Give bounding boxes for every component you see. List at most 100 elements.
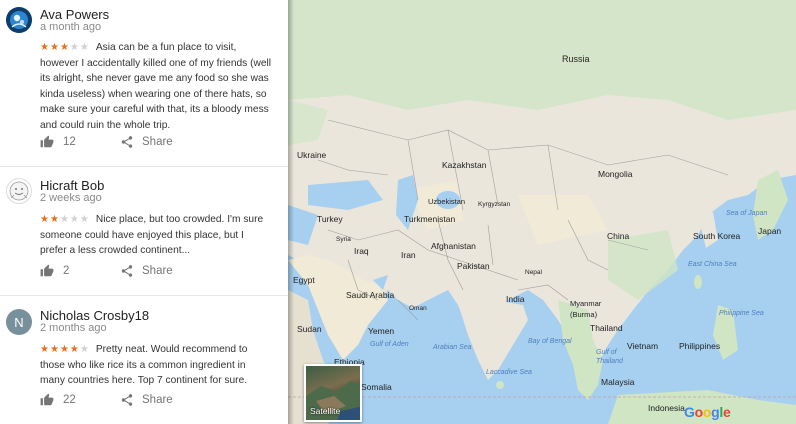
avatar[interactable] bbox=[6, 178, 32, 204]
share-label: Share bbox=[142, 394, 173, 406]
star-icon: ★ bbox=[40, 42, 50, 53]
review-text-block: ★★★★★ Nice place, but too crowded. I'm s… bbox=[40, 212, 272, 259]
map-label-philippine-sea: Philippine Sea bbox=[719, 310, 764, 317]
map-label-laccadive-sea: Laccadive Sea bbox=[486, 369, 532, 376]
thumbs-up-icon bbox=[40, 264, 54, 277]
map-label-nepal: Nepal bbox=[525, 269, 542, 276]
star-icon: ★ bbox=[79, 214, 90, 225]
map-label-kyrgyzstan: Kyrgyzstan bbox=[478, 201, 511, 208]
satellite-label: Satellite bbox=[310, 406, 341, 416]
share-icon bbox=[121, 394, 133, 406]
map-label-iran: Iran bbox=[401, 250, 416, 260]
like-count: 12 bbox=[63, 136, 76, 148]
star-icon: ★ bbox=[69, 42, 80, 53]
review-author[interactable]: Nicholas Crosby18 bbox=[40, 308, 149, 323]
review-actions: 12 Share bbox=[40, 135, 280, 155]
avatar-letter: N bbox=[14, 314, 24, 330]
land-sri-lanka bbox=[496, 381, 504, 389]
star-icon: ★ bbox=[49, 344, 60, 355]
map-label-myanmar: Myanmar (Burma) bbox=[570, 299, 602, 319]
map-label-kazakhstan: Kazakhstan bbox=[442, 160, 487, 170]
thumbs-up-icon bbox=[40, 135, 54, 148]
map-label-turkey: Turkey bbox=[317, 214, 343, 224]
share-label: Share bbox=[142, 265, 173, 277]
share-button[interactable]: Share bbox=[120, 264, 173, 278]
map-label-afghanistan: Afghanistan bbox=[431, 241, 476, 251]
map-label-china: China bbox=[607, 231, 630, 241]
land-korea bbox=[698, 212, 718, 248]
like-button[interactable]: 12 bbox=[40, 135, 76, 149]
map-label-somalia: Somalia bbox=[361, 382, 392, 392]
star-icon: ★ bbox=[40, 214, 50, 225]
review-item: N Nicholas Crosby18 2 months ago ★★★★★ P… bbox=[0, 296, 288, 424]
thumbs-up-icon bbox=[40, 393, 54, 406]
map-canvas[interactable]: Russia Ukraine Kazakhstan Mongolia Uzbek… bbox=[288, 0, 796, 424]
star-icon: ★ bbox=[79, 42, 90, 53]
review-time: 2 weeks ago bbox=[40, 192, 102, 204]
avatar[interactable]: N bbox=[6, 309, 32, 335]
star-icon: ★ bbox=[59, 344, 70, 355]
review-time: 2 months ago bbox=[40, 322, 107, 334]
map-label-arabian-sea: Arabian Sea bbox=[433, 344, 472, 351]
review-actions: 22 Share bbox=[40, 393, 280, 413]
map-label-syria: Syria bbox=[336, 236, 351, 243]
avatar-image-icon bbox=[6, 7, 32, 33]
map-label-south-korea: South Korea bbox=[693, 231, 741, 241]
share-button[interactable]: Share bbox=[120, 393, 173, 407]
map-label-sea-of-japan: Sea of Japan bbox=[726, 210, 768, 217]
panel-shadow bbox=[288, 0, 294, 424]
map-label-saudi-arabia: Saudi Arabia bbox=[346, 290, 395, 300]
share-icon bbox=[121, 265, 133, 277]
star-icon: ★ bbox=[59, 214, 70, 225]
reviews-panel: Ava Powers a month ago ★★★★★ Asia can be… bbox=[0, 0, 288, 424]
like-button[interactable]: 22 bbox=[40, 393, 76, 407]
review-text-block: ★★★★★ Pretty neat. Would recommend to th… bbox=[40, 342, 272, 389]
review-time: a month ago bbox=[40, 21, 102, 33]
like-count: 22 bbox=[63, 394, 76, 406]
review-author[interactable]: Ava Powers bbox=[40, 7, 109, 22]
review-actions: 2 Share bbox=[40, 264, 280, 284]
map-label-gulf-of-thailand: Gulf of Thailand bbox=[596, 349, 623, 365]
map-label-mongolia: Mongolia bbox=[598, 169, 633, 179]
like-count: 2 bbox=[63, 265, 70, 277]
smiley-face-icon bbox=[9, 181, 29, 201]
like-button[interactable]: 2 bbox=[40, 264, 69, 278]
map-label-oman: Oman bbox=[409, 305, 427, 312]
share-button[interactable]: Share bbox=[120, 135, 173, 149]
review-item: Hicraft Bob 2 weeks ago ★★★★★ Nice place… bbox=[0, 167, 288, 295]
share-label: Share bbox=[142, 136, 173, 148]
avatar[interactable] bbox=[6, 7, 32, 33]
map-label-bay-of-bengal: Bay of Bengal bbox=[528, 338, 572, 345]
star-icon: ★ bbox=[79, 344, 90, 355]
star-icon: ★ bbox=[40, 344, 50, 355]
map-label-japan: Japan bbox=[758, 226, 782, 236]
map-label-russia: Russia bbox=[562, 54, 590, 64]
star-icon: ★ bbox=[69, 344, 80, 355]
map-label-sudan: Sudan bbox=[297, 324, 322, 334]
google-logo: Google bbox=[684, 404, 731, 420]
land-taiwan bbox=[694, 275, 702, 289]
star-rating: ★★★★★ bbox=[40, 40, 90, 56]
map-label-india: India bbox=[506, 294, 525, 304]
map-label-indonesia: Indonesia bbox=[648, 403, 685, 413]
review-text: Asia can be a fun place to visit, howeve… bbox=[40, 42, 272, 131]
map-label-ukraine: Ukraine bbox=[297, 150, 327, 160]
map-label-yemen: Yemen bbox=[368, 326, 395, 336]
satellite-toggle-button[interactable]: Satellite bbox=[304, 364, 362, 422]
map-label-malaysia: Malaysia bbox=[601, 377, 635, 387]
map-label-philippines: Philippines bbox=[679, 341, 721, 351]
review-text-block: ★★★★★ Asia can be a fun place to visit, … bbox=[40, 40, 272, 133]
star-rating: ★★★★★ bbox=[40, 342, 90, 358]
map-label-uzbekistan: Uzbekistan bbox=[428, 197, 466, 206]
star-icon: ★ bbox=[59, 42, 70, 53]
star-icon: ★ bbox=[49, 42, 60, 53]
map-label-vietnam: Vietnam bbox=[627, 341, 659, 351]
review-author[interactable]: Hicraft Bob bbox=[40, 178, 104, 193]
share-icon bbox=[121, 136, 133, 148]
map-label-gulf-of-aden: Gulf of Aden bbox=[370, 341, 409, 348]
star-icon: ★ bbox=[69, 214, 80, 225]
star-icon: ★ bbox=[49, 214, 60, 225]
star-rating: ★★★★★ bbox=[40, 212, 90, 228]
map-label-turkmenistan: Turkmenistan bbox=[404, 214, 456, 224]
map-label-egypt: Egypt bbox=[293, 275, 315, 285]
